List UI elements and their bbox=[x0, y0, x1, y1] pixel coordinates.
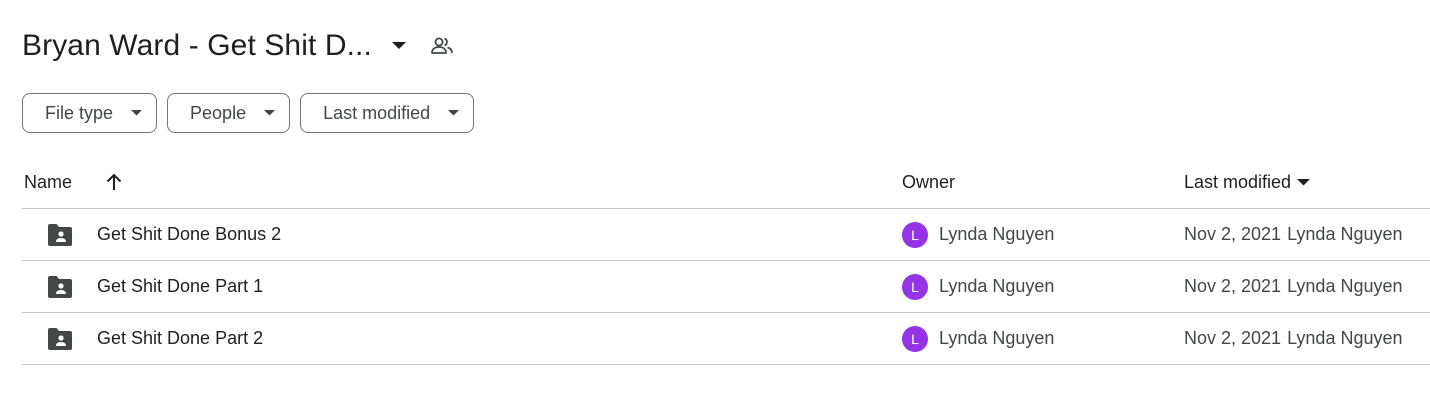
last-modified-cell: Nov 2, 2021 Lynda Nguyen bbox=[1184, 261, 1403, 312]
filter-chips: File type People Last modified bbox=[22, 93, 475, 133]
owner-cell: L Lynda Nguyen bbox=[902, 261, 1054, 312]
modified-date: Nov 2, 2021 bbox=[1184, 328, 1282, 348]
table-row[interactable]: Get Shit Done Bonus 2 L Lynda Nguyen Nov… bbox=[22, 209, 1430, 261]
arrow-drop-down-icon bbox=[1297, 178, 1311, 186]
people-filter-label: People bbox=[190, 102, 247, 123]
shared-folder-icon bbox=[46, 275, 74, 299]
table-row[interactable]: Get Shit Done Part 1 L Lynda Nguyen Nov … bbox=[22, 261, 1430, 313]
drive-folder-view: Bryan Ward - Get Shit D... File type Peo… bbox=[0, 0, 1430, 414]
owner-name: Lynda Nguyen bbox=[939, 224, 1055, 244]
file-name[interactable]: Get Shit Done Part 2 bbox=[97, 313, 263, 364]
avatar: L bbox=[902, 325, 928, 352]
avatar: L bbox=[902, 221, 928, 248]
folder-title[interactable]: Bryan Ward - Get Shit D... bbox=[22, 29, 372, 63]
last-modified-column-header[interactable]: Last modified bbox=[1184, 160, 1311, 204]
modified-by: Lynda Nguyen bbox=[1287, 328, 1403, 348]
file-name[interactable]: Get Shit Done Part 1 bbox=[97, 261, 263, 312]
folder-title-bar: Bryan Ward - Get Shit D... bbox=[22, 24, 458, 68]
name-column-header[interactable]: Name bbox=[24, 160, 72, 204]
modified-date: Nov 2, 2021 bbox=[1184, 276, 1282, 296]
file-type-filter-label: File type bbox=[45, 102, 114, 123]
table-row[interactable]: Get Shit Done Part 2 L Lynda Nguyen Nov … bbox=[22, 313, 1430, 365]
owner-column-header: Owner bbox=[902, 171, 956, 192]
arrow-upward-icon[interactable] bbox=[100, 168, 128, 196]
people-filter-button[interactable]: People bbox=[167, 93, 291, 133]
arrow-drop-down-icon[interactable] bbox=[386, 33, 412, 59]
owner-name: Lynda Nguyen bbox=[939, 328, 1055, 348]
modified-by: Lynda Nguyen bbox=[1287, 276, 1403, 296]
file-list-header: Name Owner Last modified bbox=[22, 160, 1430, 209]
last-modified-filter-label: Last modified bbox=[323, 102, 431, 123]
chevron-down-icon bbox=[264, 110, 276, 116]
owner-cell: L Lynda Nguyen bbox=[902, 209, 1054, 260]
file-type-filter-button[interactable]: File type bbox=[22, 93, 158, 133]
owner-name: Lynda Nguyen bbox=[939, 276, 1055, 296]
chevron-down-icon bbox=[448, 110, 460, 116]
owner-cell: L Lynda Nguyen bbox=[902, 313, 1054, 364]
chevron-down-icon bbox=[131, 110, 143, 116]
file-name[interactable]: Get Shit Done Bonus 2 bbox=[97, 209, 281, 260]
shared-folder-icon bbox=[46, 327, 74, 351]
modified-by: Lynda Nguyen bbox=[1287, 224, 1403, 244]
last-modified-column-label: Last modified bbox=[1184, 171, 1292, 192]
shared-people-icon[interactable] bbox=[426, 30, 458, 62]
file-list: Get Shit Done Bonus 2 L Lynda Nguyen Nov… bbox=[22, 209, 1430, 365]
shared-folder-icon bbox=[46, 223, 74, 247]
last-modified-filter-button[interactable]: Last modified bbox=[300, 93, 475, 133]
last-modified-cell: Nov 2, 2021 Lynda Nguyen bbox=[1184, 209, 1403, 260]
avatar: L bbox=[902, 273, 928, 300]
last-modified-cell: Nov 2, 2021 Lynda Nguyen bbox=[1184, 313, 1403, 364]
modified-date: Nov 2, 2021 bbox=[1184, 224, 1282, 244]
